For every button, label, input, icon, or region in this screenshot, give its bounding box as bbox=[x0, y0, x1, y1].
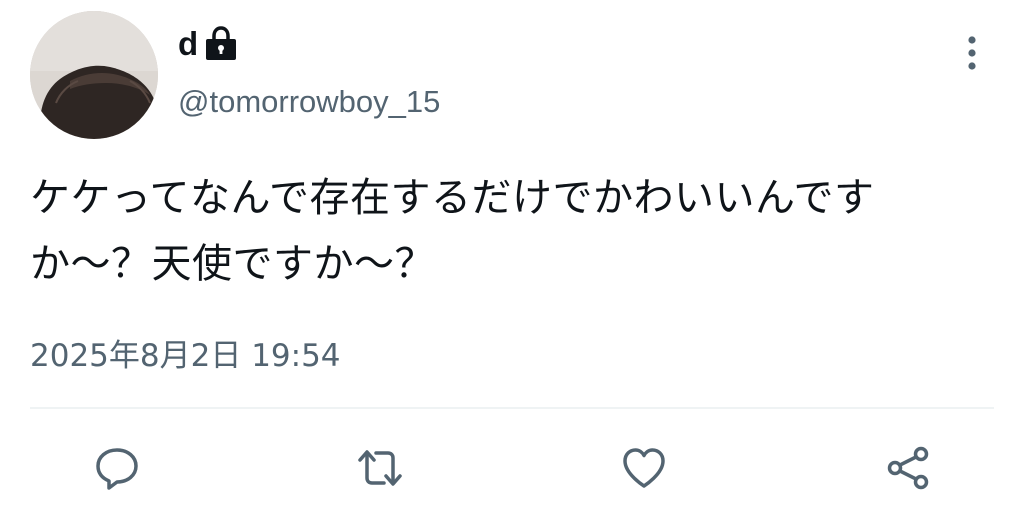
heart-icon bbox=[623, 448, 665, 488]
author-name-row[interactable]: d bbox=[178, 24, 238, 64]
reply-icon bbox=[96, 448, 138, 490]
tweet-text-line: ケケってなんで存在するだけでかわいいんです bbox=[30, 175, 875, 221]
like-button[interactable] bbox=[618, 442, 670, 494]
lock-icon bbox=[204, 26, 238, 62]
more-options-button[interactable] bbox=[954, 30, 990, 76]
avatar[interactable] bbox=[30, 11, 158, 139]
repost-icon bbox=[358, 450, 402, 486]
reply-button[interactable] bbox=[91, 442, 143, 494]
avatar-photo bbox=[30, 11, 158, 139]
more-vertical-icon bbox=[968, 36, 976, 70]
share-icon bbox=[887, 446, 929, 490]
handle[interactable]: @tomorrowboy_15 bbox=[178, 82, 440, 122]
divider bbox=[30, 407, 994, 409]
share-button[interactable] bbox=[882, 442, 934, 494]
display-name[interactable]: d bbox=[178, 24, 198, 64]
repost-button[interactable] bbox=[354, 442, 406, 494]
tweet-text-line: か〜？天使ですか〜？ bbox=[30, 241, 435, 287]
timestamp[interactable]: 2025年8月2日 19:54 bbox=[30, 336, 341, 376]
tweet-text: ケケってなんで存在するだけでかわいいんです か〜？天使ですか〜？ bbox=[30, 165, 990, 297]
